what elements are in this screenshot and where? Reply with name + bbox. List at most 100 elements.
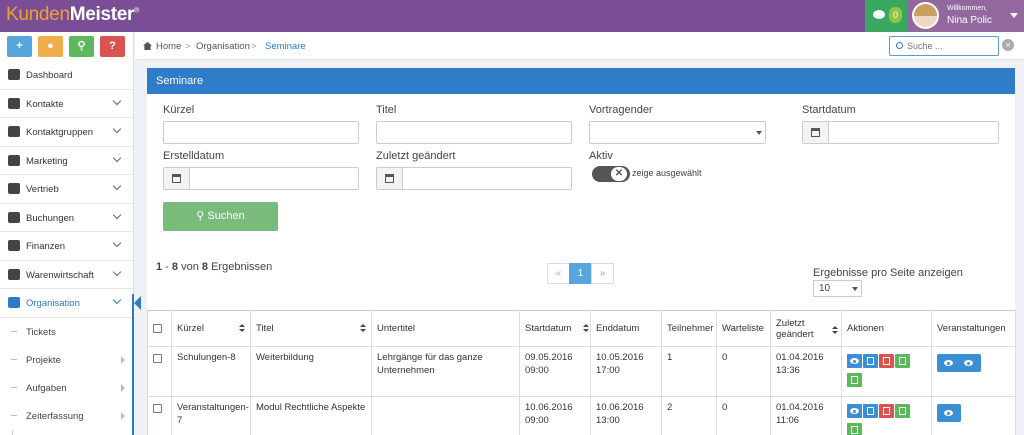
sidebar-item-label: Warenwirtschaft <box>26 269 94 281</box>
startdatum-calendar-button[interactable] <box>802 121 829 144</box>
sidebar-item-warenwirtschaft[interactable]: Warenwirtschaft <box>0 261 134 289</box>
trash-icon <box>883 357 890 365</box>
column-header-zuletzt-geaendert[interactable]: Zuletzt geändert <box>770 310 842 347</box>
veranstaltungen-button[interactable] <box>937 404 961 422</box>
chevron-down-icon <box>112 238 122 248</box>
table-row[interactable]: Veranstaltungen-7 Modul Rechtliche Aspek… <box>147 396 1016 435</box>
copy-icon <box>851 376 858 384</box>
search-button[interactable]: ⚲ Suchen <box>163 202 278 231</box>
erstelldatum-label: Erstelldatum <box>163 150 225 162</box>
cell-untertitel <box>371 396 520 435</box>
quick-add-button[interactable]: + <box>7 36 32 57</box>
row-checkbox[interactable] <box>153 404 162 413</box>
view-button[interactable] <box>847 404 862 418</box>
zuletzt-geaendert-calendar-button[interactable] <box>376 167 403 190</box>
startdatum-field[interactable] <box>828 121 999 144</box>
sidebar-subitem-zeiterfassung[interactable]: Zeiterfassung <box>0 401 134 430</box>
sidebar-item-vertrieb[interactable]: Vertrieb <box>0 175 134 204</box>
result-von: von <box>181 261 199 273</box>
global-search[interactable] <box>889 36 999 56</box>
titel-field[interactable] <box>376 121 572 144</box>
pagination-prev[interactable]: « <box>547 263 570 284</box>
edit-icon <box>867 357 874 365</box>
save-button[interactable] <box>895 404 910 418</box>
quick-help-button[interactable]: ? <box>100 36 125 57</box>
column-header-titel[interactable]: Titel <box>250 310 372 347</box>
kuerzel-field[interactable] <box>163 121 359 144</box>
titel-label: Titel <box>376 104 397 116</box>
messages-button[interactable]: 0 <box>865 0 907 32</box>
sidebar-submenu: Tickets Projekte Aufgaben Zeiterfassung <box>0 317 134 435</box>
globe-icon <box>8 268 20 280</box>
user-name: Nina Polic <box>947 15 993 26</box>
cell-warteliste: 0 <box>716 396 771 435</box>
quick-comment-button[interactable]: ● <box>38 36 63 57</box>
chevron-down-icon <box>756 131 762 135</box>
chevron-right-icon <box>121 383 125 392</box>
pagination-next[interactable]: » <box>591 263 614 284</box>
startdatum-label: Startdatum <box>802 104 856 116</box>
save-button[interactable] <box>895 354 910 368</box>
sidebar-item-marketing[interactable]: Marketing <box>0 147 134 175</box>
eye-icon <box>850 408 859 414</box>
copy-button[interactable] <box>847 423 862 435</box>
cell-aktionen <box>841 396 932 435</box>
erstelldatum-calendar-button[interactable] <box>163 167 190 190</box>
edit-button[interactable] <box>863 354 878 368</box>
sidebar-item-dashboard[interactable]: Dashboard <box>0 61 134 90</box>
close-icon: ✕ <box>611 167 627 181</box>
sidebar-subitem-aufgaben[interactable]: Aufgaben <box>0 373 134 402</box>
home-icon[interactable] <box>143 42 152 50</box>
select-all-checkbox[interactable] <box>153 324 162 333</box>
app-logo[interactable]: KundenMeister® <box>6 4 139 26</box>
per-page-select[interactable]: 10 <box>813 280 862 297</box>
veranstaltungen-button[interactable] <box>937 354 981 372</box>
select-all-header <box>147 310 172 347</box>
chat-icon <box>873 10 885 19</box>
sidebar-item-label: Finanzen <box>26 241 66 252</box>
logo-second: Meister <box>69 4 135 25</box>
sidebar-item-kontakte[interactable]: Kontakte <box>0 90 134 118</box>
close-icon[interactable]: × <box>1002 39 1014 51</box>
breadcrumb-home[interactable]: Home <box>156 41 181 52</box>
delete-button[interactable] <box>879 404 894 418</box>
table-row[interactable]: Schulungen-8 Weiterbildung Lehrgänge für… <box>147 346 1016 397</box>
erstelldatum-field[interactable] <box>189 167 359 190</box>
calendar-icon <box>172 174 181 183</box>
edit-button[interactable] <box>863 404 878 418</box>
cell-teilnehmer: 1 <box>661 346 717 397</box>
bookmark-icon <box>8 211 20 223</box>
chevron-down-icon <box>852 287 858 291</box>
sidebar-item-finanzen[interactable]: Finanzen <box>0 232 134 261</box>
sidebar-item-kontaktgruppen[interactable]: Kontaktgruppen <box>0 118 134 147</box>
search-input[interactable] <box>907 39 995 53</box>
trash-icon <box>883 407 890 415</box>
sidebar-subitem-tickets[interactable]: Tickets <box>0 317 134 346</box>
sidebar-item-organisation[interactable]: Organisation <box>0 289 141 318</box>
user-menu[interactable]: Willkommen, Nina Polic <box>907 0 1024 32</box>
zuletzt-geaendert-field[interactable] <box>402 167 572 190</box>
pagination-page[interactable]: 1 <box>569 263 592 284</box>
per-page-label: Ergebnisse pro Seite anzeigen <box>813 267 963 279</box>
sidebar-item-label: Kontaktgruppen <box>26 127 94 138</box>
quick-search-button[interactable]: ⚲ <box>69 36 94 57</box>
view-button[interactable] <box>847 354 862 368</box>
copy-button[interactable] <box>847 373 862 387</box>
calendar-icon <box>385 174 394 183</box>
delete-button[interactable] <box>879 354 894 368</box>
row-checkbox[interactable] <box>153 354 162 363</box>
column-header-startdatum[interactable]: Startdatum <box>519 310 591 347</box>
logo-first: Kunden <box>6 4 70 25</box>
breadcrumb-organisation[interactable]: Organisation <box>196 41 250 52</box>
cell-veranstaltungen <box>931 346 1016 397</box>
seminare-panel: Seminare Kürzel Titel Vortragender Start… <box>147 68 1016 435</box>
column-header-kuerzel[interactable]: Kürzel <box>171 310 251 347</box>
sidebar-subitem-projekte[interactable]: Projekte <box>0 345 134 374</box>
sidebar-item-label: Marketing <box>26 155 68 167</box>
vortragender-select[interactable] <box>589 121 766 144</box>
sidebar: + ● ⚲ ? Dashboard Kontakte Kontaktgruppe… <box>0 32 141 435</box>
floppy-icon <box>899 357 906 365</box>
top-bar: KundenMeister® 0 Willkommen, Nina Polic <box>0 0 1024 32</box>
sidebar-item-buchungen[interactable]: Buchungen <box>0 204 134 232</box>
aktiv-toggle[interactable]: ✕ <box>592 166 630 182</box>
